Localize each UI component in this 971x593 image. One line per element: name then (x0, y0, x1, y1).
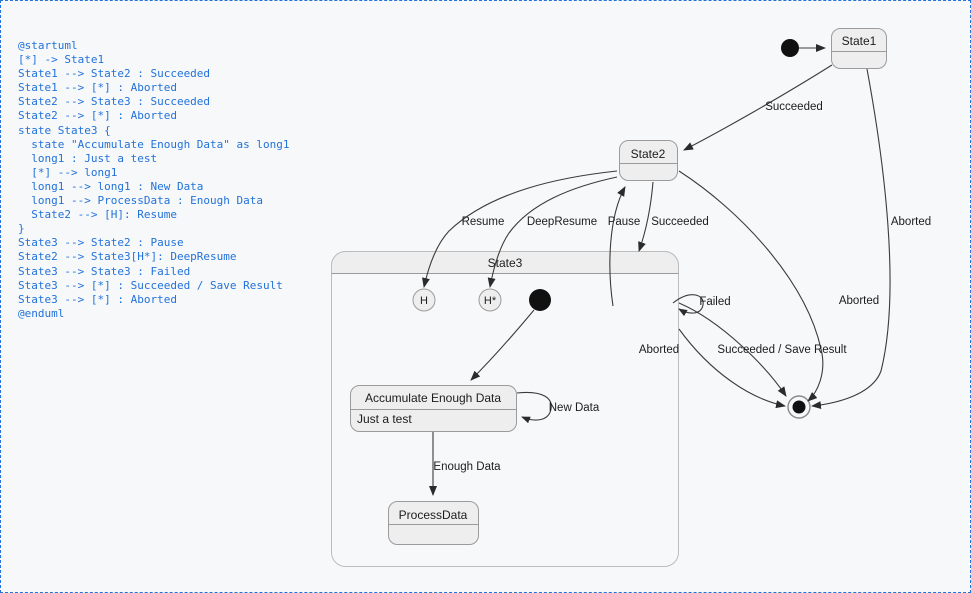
history-shallow-node[interactable]: H (412, 288, 436, 312)
edge-label-deepresume: DeepResume (527, 216, 597, 228)
state2-title: State2 (631, 147, 666, 161)
state-state2[interactable]: State2 (619, 140, 678, 181)
edge-label-aborted-state2-final: Aborted (839, 295, 879, 307)
initial-state-node (781, 39, 799, 57)
state-machine-diagram: State3 State1 State2 Accumulate Enough D… (331, 28, 931, 567)
final-inner-dot (792, 400, 806, 414)
state-state1[interactable]: State1 (831, 28, 887, 69)
history-deep-label: H* (484, 295, 497, 307)
edge-label-aborted-state1-final: Aborted (891, 216, 931, 228)
history-deep-node[interactable]: H* (478, 288, 502, 312)
edge-label-aborted-state3-final: Aborted (639, 344, 679, 356)
processdata-title: ProcessData (399, 508, 468, 522)
state1-title: State1 (842, 34, 877, 48)
accumulate-body-text: Just a test (357, 412, 412, 426)
edge-label-succeeded-state2-state3: Succeeded (651, 216, 709, 228)
state-accumulate-enough-data[interactable]: Accumulate Enough Data Just a test (350, 385, 517, 432)
edge-label-succeeded-state1-state2: Succeeded (765, 101, 823, 113)
edge-state2-to-final (678, 170, 824, 402)
edge-state3-to-final-aborted (678, 328, 786, 409)
state3-title: State3 (488, 256, 523, 270)
edge-label-new-data: New Data (549, 402, 600, 414)
diagram-canvas: @startuml [*] -> State1 State1 --> State… (0, 0, 971, 593)
edge-label-failed: Failed (699, 296, 730, 308)
history-shallow-label: H (420, 295, 428, 307)
accumulate-title: Accumulate Enough Data (365, 391, 501, 405)
inner-initial-state-node (529, 289, 551, 311)
edge-label-enough-data: Enough Data (433, 461, 501, 473)
edge-label-resume: Resume (462, 216, 505, 228)
final-state-node (787, 395, 811, 419)
edge-label-succeeded-save-result: Succeeded / Save Result (717, 344, 847, 356)
edge-label-pause: Pause (608, 216, 641, 228)
state-processdata[interactable]: ProcessData (388, 501, 479, 545)
